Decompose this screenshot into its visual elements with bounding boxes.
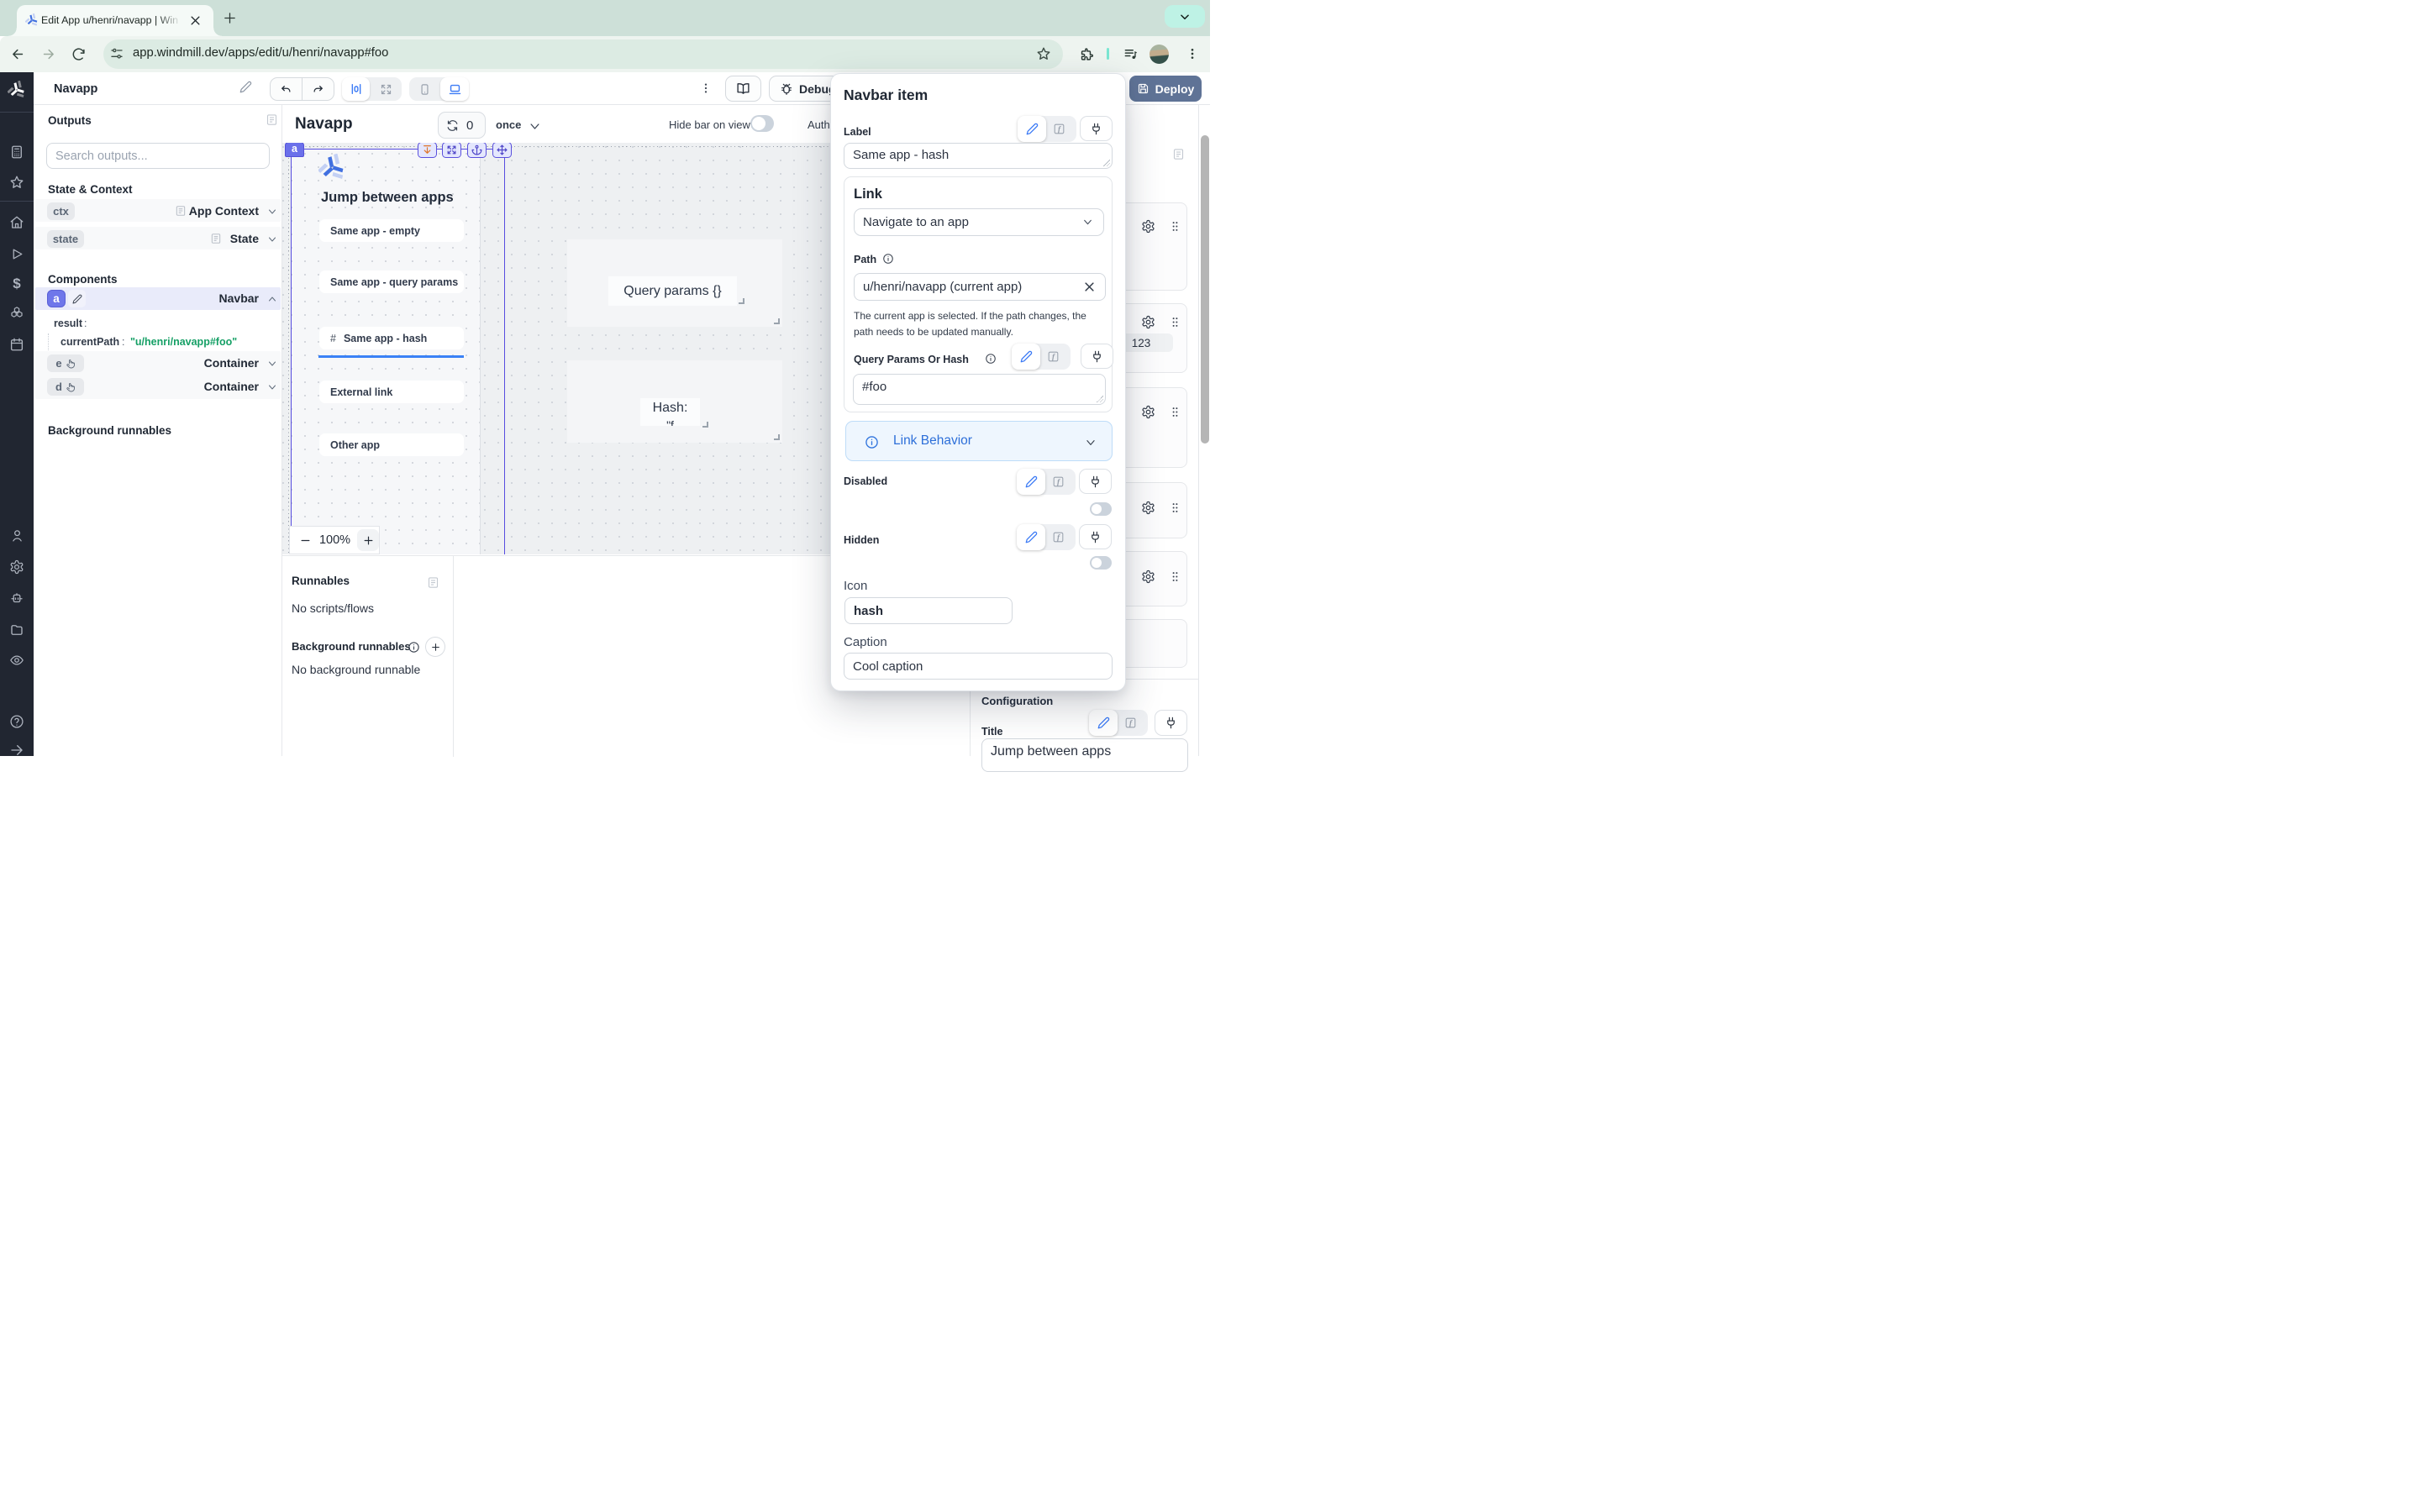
svg-text:f: f: [1129, 720, 1133, 728]
svg-text:f: f: [1057, 479, 1060, 487]
svg-text:f: f: [1057, 534, 1060, 543]
svg-text:f: f: [1058, 126, 1061, 134]
svg-text:f: f: [1052, 354, 1055, 362]
